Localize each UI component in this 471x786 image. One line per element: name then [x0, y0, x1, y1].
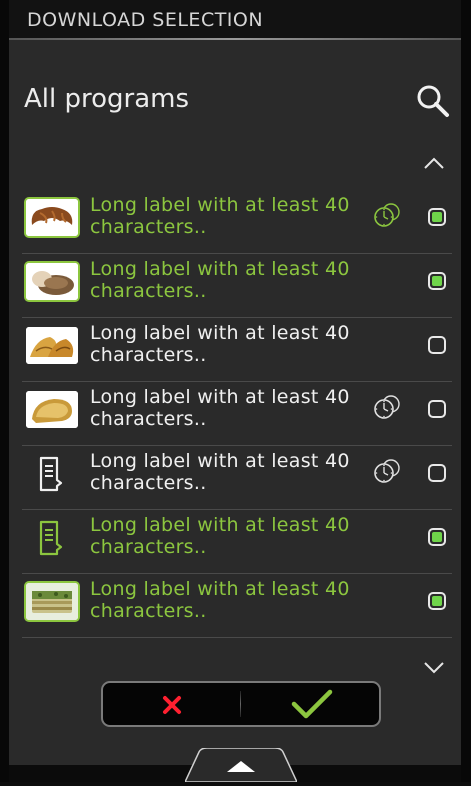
timer-clock-icon — [372, 202, 402, 228]
program-label: Long label with at least 40 characters.. — [90, 386, 350, 430]
program-thumbnail — [26, 583, 78, 620]
select-checkbox[interactable] — [428, 592, 446, 610]
check-icon — [291, 689, 333, 719]
program-thumbnail — [26, 199, 78, 236]
program-row[interactable]: Long label with at least 40 characters.. — [22, 446, 452, 510]
device-frame: DOWNLOAD SELECTION All programs Long lab… — [0, 0, 471, 783]
select-checkbox[interactable] — [428, 528, 446, 546]
timer-clock-icon — [372, 458, 402, 484]
program-label: Long label with at least 40 characters.. — [90, 450, 350, 494]
close-icon — [163, 696, 181, 714]
program-label: Long label with at least 40 characters.. — [90, 578, 350, 622]
confirm-button[interactable] — [242, 683, 379, 725]
timer-clock-icon — [372, 394, 402, 420]
search-icon[interactable] — [414, 83, 454, 119]
program-label: Long label with at least 40 characters.. — [90, 514, 350, 558]
program-row[interactable]: Long label with at least 40 characters.. — [22, 190, 452, 254]
chevron-up-icon[interactable] — [422, 155, 446, 169]
select-checkbox[interactable] — [428, 208, 446, 226]
select-checkbox[interactable] — [428, 464, 446, 482]
program-thumbnail — [26, 391, 78, 428]
action-button-bar — [101, 681, 381, 727]
cancel-button[interactable] — [103, 683, 241, 725]
program-row[interactable]: Long label with at least 40 characters.. — [22, 382, 452, 446]
title-bar: DOWNLOAD SELECTION — [9, 0, 461, 40]
document-icon — [38, 520, 64, 556]
select-checkbox[interactable] — [428, 336, 446, 354]
program-list: Long label with at least 40 characters..… — [22, 190, 452, 638]
program-row[interactable]: Long label with at least 40 characters.. — [22, 254, 452, 318]
program-row[interactable]: Long label with at least 40 characters.. — [22, 318, 452, 382]
chevron-down-icon[interactable] — [422, 660, 446, 674]
button-divider — [240, 691, 241, 717]
drawer-tab[interactable] — [183, 747, 299, 783]
title-divider — [9, 38, 461, 40]
program-thumbnail — [26, 263, 78, 300]
download-selection-panel: DOWNLOAD SELECTION All programs Long lab… — [9, 0, 461, 783]
program-label: Long label with at least 40 characters.. — [90, 322, 350, 366]
program-row[interactable]: Long label with at least 40 characters.. — [22, 510, 452, 574]
window-title: DOWNLOAD SELECTION — [27, 9, 264, 31]
select-checkbox[interactable] — [428, 400, 446, 418]
program-thumbnail — [26, 327, 78, 364]
program-label: Long label with at least 40 characters.. — [90, 194, 350, 238]
select-checkbox[interactable] — [428, 272, 446, 290]
program-label: Long label with at least 40 characters.. — [90, 258, 350, 302]
program-row[interactable]: Long label with at least 40 characters.. — [22, 574, 452, 638]
page-title: All programs — [24, 84, 190, 114]
document-icon — [38, 456, 64, 492]
